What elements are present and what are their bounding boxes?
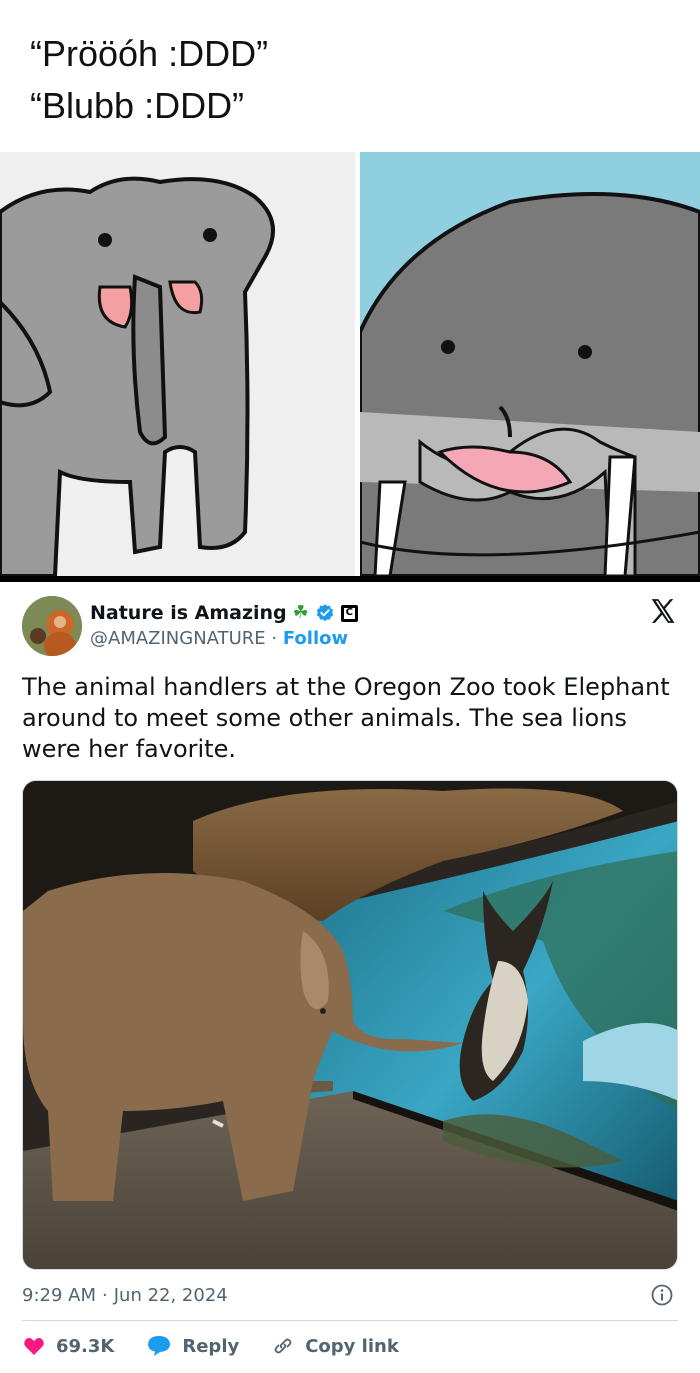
tweet-date[interactable]: Jun 22, 2024	[114, 1285, 228, 1306]
verified-icon	[316, 604, 333, 622]
cartoon-walrus-image	[360, 152, 700, 576]
author-name-row: Nature is Amazing ☘ C	[90, 600, 358, 626]
x-logo-icon[interactable]	[648, 596, 678, 626]
like-count: 69.3K	[56, 1335, 115, 1357]
tweet-author: Nature is Amazing ☘ C @AMAZINGNATURE · F…	[90, 600, 358, 652]
clover-icon: ☘	[292, 602, 309, 623]
avatar[interactable]	[22, 596, 82, 656]
link-icon	[274, 1338, 292, 1354]
tweet-photo-elephant-sea-lion[interactable]	[22, 780, 678, 1270]
tweet-card: Nature is Amazing ☘ C @AMAZINGNATURE · F…	[0, 582, 700, 1373]
follow-button[interactable]: Follow	[283, 628, 348, 649]
meme-panels	[0, 152, 700, 576]
handle-separator: ·	[271, 628, 278, 649]
tweet-time[interactable]: 9:29 AM	[22, 1285, 96, 1306]
heart-icon	[24, 1338, 44, 1355]
like-button[interactable]: 69.3K	[22, 1334, 114, 1358]
tweet-meta: 9:29 AM · Jun 22, 2024	[22, 1282, 678, 1308]
meta-separator: ·	[102, 1284, 108, 1306]
tweet-text: The animal handlers at the Oregon Zoo to…	[22, 673, 670, 763]
meme-caption-line-2: “Blubb :DDD”	[30, 85, 245, 126]
copy-link-label: Copy link	[305, 1335, 399, 1357]
cartoon-elephant-image	[0, 152, 355, 576]
c-badge-letter: C	[343, 607, 355, 619]
copy-link-button[interactable]: Copy link	[271, 1334, 399, 1358]
info-icon[interactable]	[650, 1283, 674, 1307]
c-badge-icon: C	[340, 604, 358, 622]
meme-caption: “Prööóh :DDD” “Blubb :DDD”	[30, 28, 268, 132]
author-display-name[interactable]: Nature is Amazing	[90, 602, 287, 624]
reply-label: Reply	[182, 1335, 240, 1357]
reply-bubble-icon	[148, 1336, 171, 1356]
tweet-actions: 69.3K Reply Copy link	[22, 1332, 431, 1360]
author-handle-row: @AMAZINGNATURE · Follow	[90, 626, 358, 652]
author-handle[interactable]: @AMAZINGNATURE	[90, 628, 266, 649]
meta-divider	[22, 1320, 678, 1321]
meme-caption-line-1: “Prööóh :DDD”	[30, 33, 269, 74]
reply-button[interactable]: Reply	[146, 1334, 239, 1358]
